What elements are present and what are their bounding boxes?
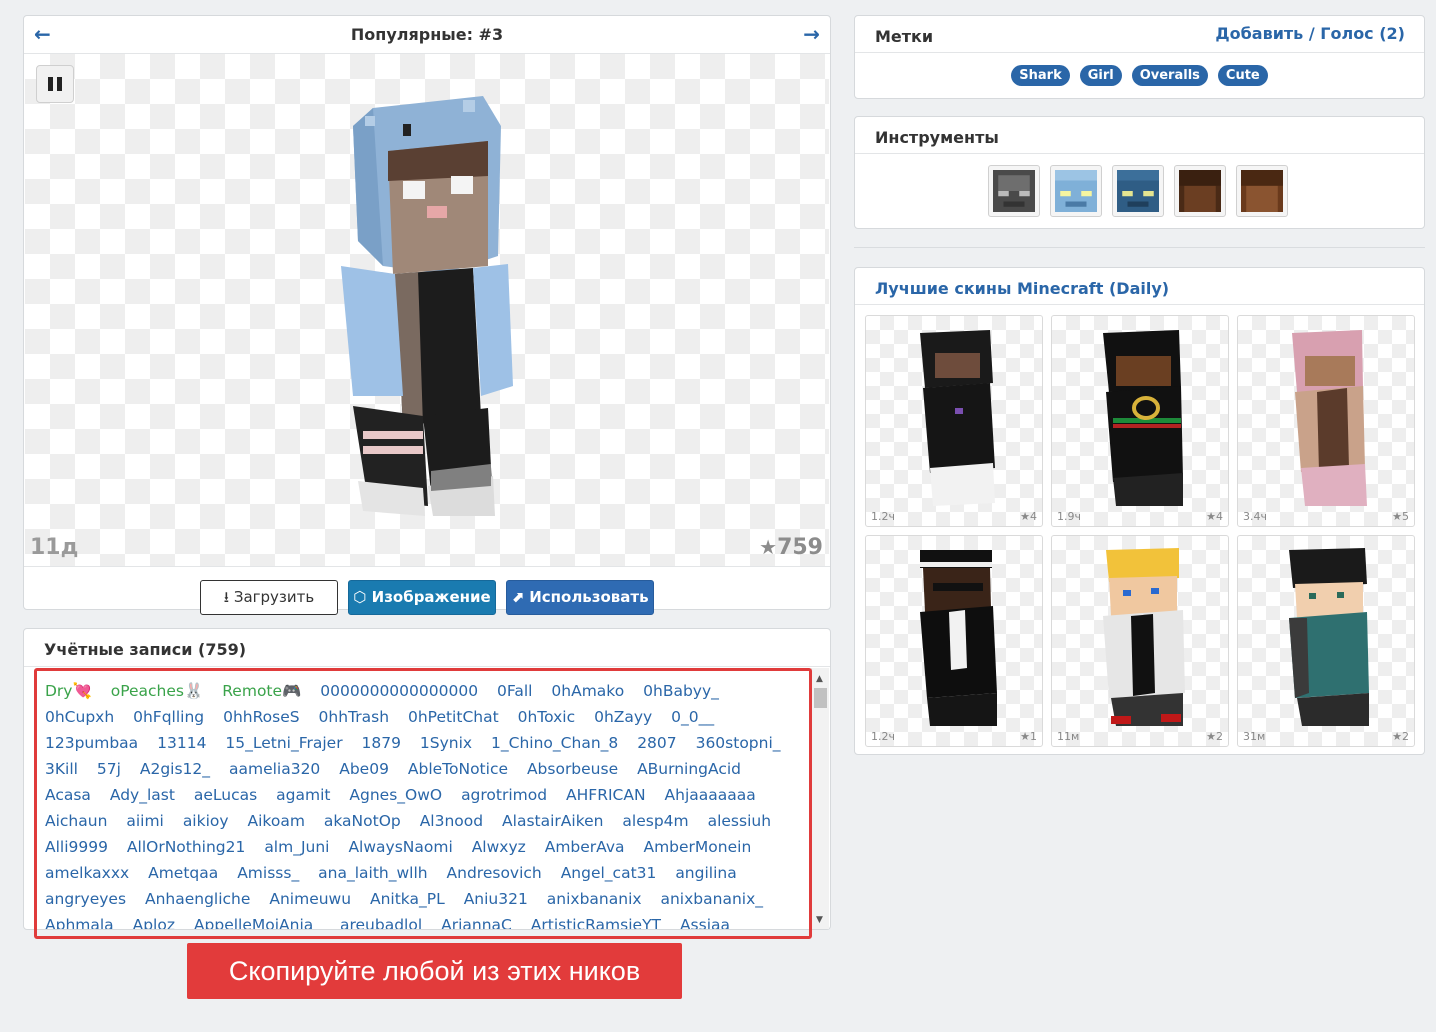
tool-list bbox=[988, 165, 1288, 217]
accounts-highlight-box bbox=[34, 668, 812, 939]
copy-nick-banner: Скопируйте любой из этих ников bbox=[187, 943, 682, 999]
skin-thumbnail bbox=[920, 550, 997, 726]
head-brown-alt-icon bbox=[1241, 170, 1283, 212]
tags-title: Метки bbox=[875, 27, 934, 46]
skin-title: Популярные: #3 bbox=[350, 25, 504, 44]
skin-thumbnail bbox=[1103, 548, 1185, 726]
tag-list: Shark Girl Overalls Cute bbox=[855, 65, 1424, 86]
thumb-age: 1.9ч bbox=[1057, 510, 1081, 523]
best-skins-header: Лучшие скины Minecraft (Daily) bbox=[855, 268, 1424, 305]
head-shark-dark-icon bbox=[1117, 170, 1159, 212]
accounts-title: Учётные записи (759) bbox=[44, 640, 247, 659]
best-skins-card: Лучшие скины Minecraft (Daily) 1.2ч ★4 1… bbox=[854, 267, 1425, 755]
scroll-down-icon[interactable]: ▼ bbox=[816, 915, 823, 925]
thumb-stars: ★1 bbox=[1020, 730, 1037, 743]
thumb-stars: ★4 bbox=[1206, 510, 1223, 523]
scroll-up-icon[interactable]: ▲ bbox=[816, 674, 823, 684]
skin-thumbnail bbox=[920, 330, 995, 506]
thumb-stars: ★5 bbox=[1392, 510, 1409, 523]
best-skin-3[interactable]: 3.4ч ★5 bbox=[1237, 315, 1415, 527]
skin-preview-image bbox=[341, 96, 513, 516]
best-skins-grid: 1.2ч ★4 1.9ч ★4 3.4ч ★5 1.2ч ★1 11м ★2 3… bbox=[865, 315, 1415, 747]
skin-stars: ★759 bbox=[759, 535, 823, 560]
tags-header: Метки Добавить / Голос (2) bbox=[855, 16, 1424, 53]
skin-card: ← Популярные: #3 → 11д ★759 ⭳ Загрузить … bbox=[23, 15, 831, 615]
scroll-thumb[interactable] bbox=[814, 688, 827, 708]
tag-shark[interactable]: Shark bbox=[1011, 65, 1070, 86]
tags-card: Метки Добавить / Голос (2) Shark Girl Over… bbox=[854, 15, 1425, 99]
skin-actions: ⭳ Загрузить ⬡ Изображение ⬈ Использовать bbox=[24, 566, 830, 615]
download-icon: ⭳ bbox=[223, 588, 230, 606]
accounts-scrollbar[interactable]: ▲ ▼ bbox=[811, 668, 829, 929]
skin-card-header: ← Популярные: #3 → bbox=[24, 16, 830, 54]
tool-head-brown[interactable] bbox=[1174, 165, 1226, 217]
best-skin-5[interactable]: 11м ★2 bbox=[1051, 535, 1229, 747]
skin-thumbnail bbox=[1103, 330, 1183, 506]
use-button[interactable]: ⬈ Использовать bbox=[506, 580, 654, 615]
head-shark-light-icon bbox=[1055, 170, 1097, 212]
head-gray-icon bbox=[993, 170, 1035, 212]
thumb-stars: ★4 bbox=[1020, 510, 1037, 523]
sidebar-divider bbox=[854, 247, 1425, 248]
tool-head-gray[interactable] bbox=[988, 165, 1040, 217]
skin-thumbnail bbox=[1292, 330, 1367, 506]
tool-head-brown-alt[interactable] bbox=[1236, 165, 1288, 217]
tools-header: Инструменты bbox=[855, 117, 1424, 154]
pause-button[interactable] bbox=[36, 65, 74, 103]
tool-head-shark-light[interactable] bbox=[1050, 165, 1102, 217]
thumb-age: 1.2ч bbox=[871, 510, 895, 523]
best-skins-title[interactable]: Лучшие скины Minecraft (Daily) bbox=[875, 279, 1169, 298]
tag-overalls[interactable]: Overalls bbox=[1131, 65, 1208, 86]
tags-add-vote-link[interactable]: Добавить / Голос (2) bbox=[1215, 24, 1405, 43]
head-brown-icon bbox=[1179, 170, 1221, 212]
thumb-stars: ★2 bbox=[1206, 730, 1223, 743]
best-skin-2[interactable]: 1.9ч ★4 bbox=[1051, 315, 1229, 527]
thumb-age: 31м bbox=[1243, 730, 1266, 743]
skin-age: 11д bbox=[30, 535, 79, 560]
accounts-header: Учётные записи (759) bbox=[24, 629, 830, 667]
image-button[interactable]: ⬡ Изображение bbox=[348, 580, 496, 615]
tag-cute[interactable]: Cute bbox=[1217, 65, 1268, 86]
best-skin-6[interactable]: 31м ★2 bbox=[1237, 535, 1415, 747]
cube-icon: ⬡ bbox=[353, 588, 367, 606]
tool-head-shark-dark[interactable] bbox=[1112, 165, 1164, 217]
star-icon: ★ bbox=[759, 535, 778, 559]
pause-icon bbox=[48, 77, 53, 91]
thumb-stars: ★2 bbox=[1392, 730, 1409, 743]
download-button[interactable]: ⭳ Загрузить bbox=[200, 580, 338, 615]
thumb-age: 3.4ч bbox=[1243, 510, 1267, 523]
thumb-age: 1.2ч bbox=[871, 730, 895, 743]
best-skin-4[interactable]: 1.2ч ★1 bbox=[865, 535, 1043, 747]
external-link-icon: ⬈ bbox=[511, 588, 524, 606]
next-arrow-icon[interactable]: → bbox=[803, 22, 820, 46]
skin-thumbnail bbox=[1289, 548, 1369, 726]
tag-girl[interactable]: Girl bbox=[1079, 65, 1122, 86]
tools-card: Инструменты bbox=[854, 116, 1425, 229]
skin-3d-viewer[interactable]: 11д ★759 bbox=[25, 54, 829, 566]
best-skin-1[interactable]: 1.2ч ★4 bbox=[865, 315, 1043, 527]
thumb-age: 11м bbox=[1057, 730, 1080, 743]
tools-title: Инструменты bbox=[875, 128, 999, 147]
